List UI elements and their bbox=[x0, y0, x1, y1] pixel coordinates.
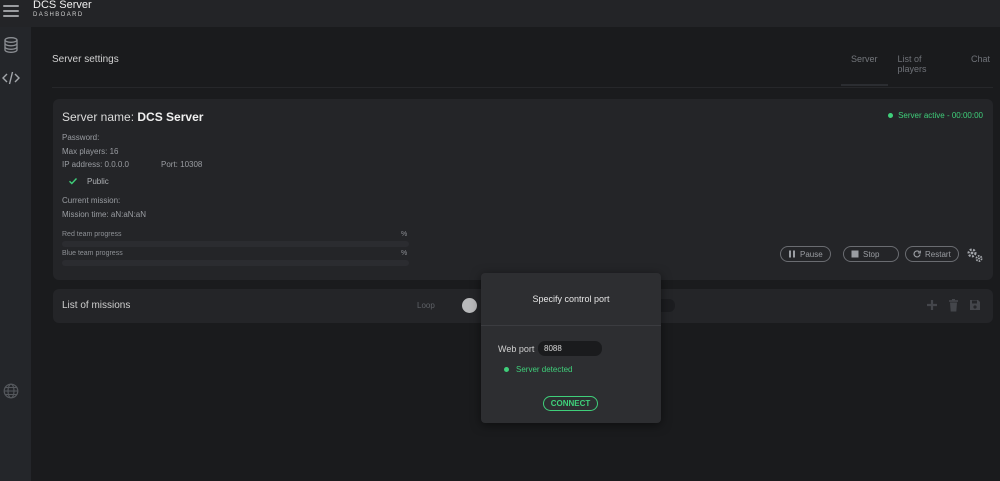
server-card: Server name: DCS Server Server active - … bbox=[53, 99, 993, 280]
missions-title: List of missions bbox=[62, 300, 131, 311]
page-title: Server settings bbox=[52, 54, 119, 65]
max-players-info: Max players: 16 bbox=[62, 147, 119, 156]
port-info: Port: 10308 bbox=[161, 160, 203, 169]
pause-button[interactable]: Pause bbox=[780, 246, 831, 262]
server-detected-status: Server detected bbox=[504, 365, 572, 374]
trash-icon[interactable] bbox=[948, 299, 959, 312]
code-icon[interactable] bbox=[0, 71, 21, 85]
restart-button[interactable]: Restart bbox=[905, 246, 959, 262]
red-team-progress-value: % bbox=[401, 231, 408, 238]
mission-tools bbox=[926, 299, 981, 312]
pause-label: Pause bbox=[800, 249, 823, 259]
tab-server[interactable]: Server bbox=[841, 54, 888, 86]
restart-label: Restart bbox=[925, 249, 951, 259]
tab-bar: Server List of players Chat bbox=[841, 54, 1000, 86]
gears-icon[interactable] bbox=[966, 247, 984, 263]
sidebar bbox=[0, 27, 31, 481]
dialog-divider bbox=[481, 325, 661, 326]
connect-button[interactable]: CONNECT bbox=[543, 396, 598, 411]
tab-chat[interactable]: Chat bbox=[961, 54, 1000, 86]
detected-dot bbox=[504, 367, 509, 372]
stop-icon bbox=[851, 250, 859, 258]
check-icon bbox=[69, 178, 78, 185]
control-port-dialog: Specify control port Web port Server det… bbox=[481, 273, 661, 423]
blue-team-progress-label: Blue team progress bbox=[62, 250, 123, 257]
save-icon[interactable] bbox=[969, 299, 981, 311]
loop-toggle[interactable] bbox=[462, 298, 477, 313]
web-port-label: Web port bbox=[498, 344, 535, 354]
stop-label: Stop bbox=[863, 249, 880, 259]
tab-list-of-players[interactable]: List of players bbox=[888, 54, 961, 86]
server-name-value: DCS Server bbox=[137, 110, 204, 124]
blue-team-progress-value: % bbox=[401, 250, 408, 257]
top-bar: DCS Server DASHBOARD bbox=[0, 0, 1000, 27]
status-dot bbox=[888, 113, 894, 118]
detected-text: Server detected bbox=[516, 365, 573, 374]
loop-label: Loop bbox=[417, 301, 435, 310]
server-name: Server name: DCS Server bbox=[62, 110, 203, 124]
mission-time-info: Mission time: aN:aN:aN bbox=[62, 210, 147, 219]
dialog-title: Specify control port bbox=[532, 294, 610, 304]
database-icon[interactable] bbox=[0, 37, 21, 53]
status-text: Server active - 00:00:00 bbox=[898, 111, 983, 120]
stop-button[interactable]: Stop bbox=[843, 246, 899, 262]
blue-team-progress-bar bbox=[62, 260, 409, 266]
add-icon[interactable] bbox=[926, 299, 938, 311]
hamburger-icon[interactable] bbox=[3, 4, 19, 18]
app-title: DCS Server bbox=[33, 0, 92, 11]
red-team-progress-label: Red team progress bbox=[62, 231, 122, 238]
public-label: Public bbox=[87, 176, 109, 186]
ip-address-info: IP address: 0.0.0.0 bbox=[62, 160, 130, 169]
web-port-input[interactable] bbox=[538, 341, 602, 356]
header-divider bbox=[52, 87, 993, 88]
red-team-progress-bar bbox=[62, 241, 409, 247]
current-mission-info: Current mission: bbox=[62, 196, 121, 205]
public-toggle[interactable]: Public bbox=[68, 176, 109, 186]
server-name-label: Server name: bbox=[62, 110, 138, 124]
pause-icon bbox=[789, 250, 795, 258]
restart-icon bbox=[913, 250, 921, 258]
app-subtitle: DASHBOARD bbox=[33, 12, 84, 18]
server-status: Server active - 00:00:00 bbox=[888, 111, 983, 120]
globe-icon[interactable] bbox=[0, 383, 21, 399]
password-info: Password: bbox=[62, 133, 100, 142]
